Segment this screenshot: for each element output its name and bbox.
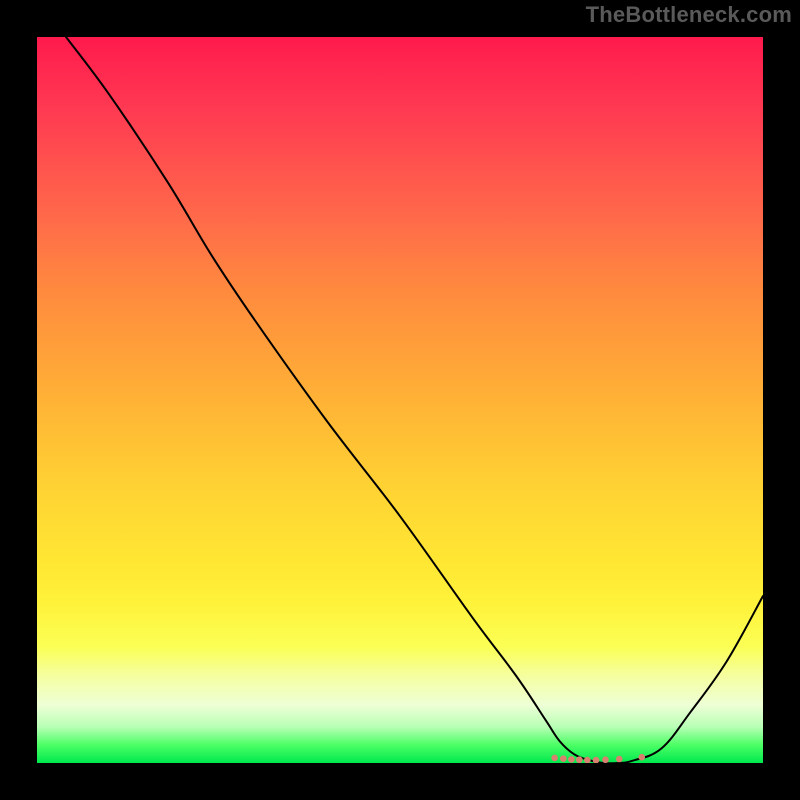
plot-area <box>37 37 763 763</box>
watermark-text: TheBottleneck.com <box>586 2 792 28</box>
chart-container: TheBottleneck.com <box>0 0 800 800</box>
